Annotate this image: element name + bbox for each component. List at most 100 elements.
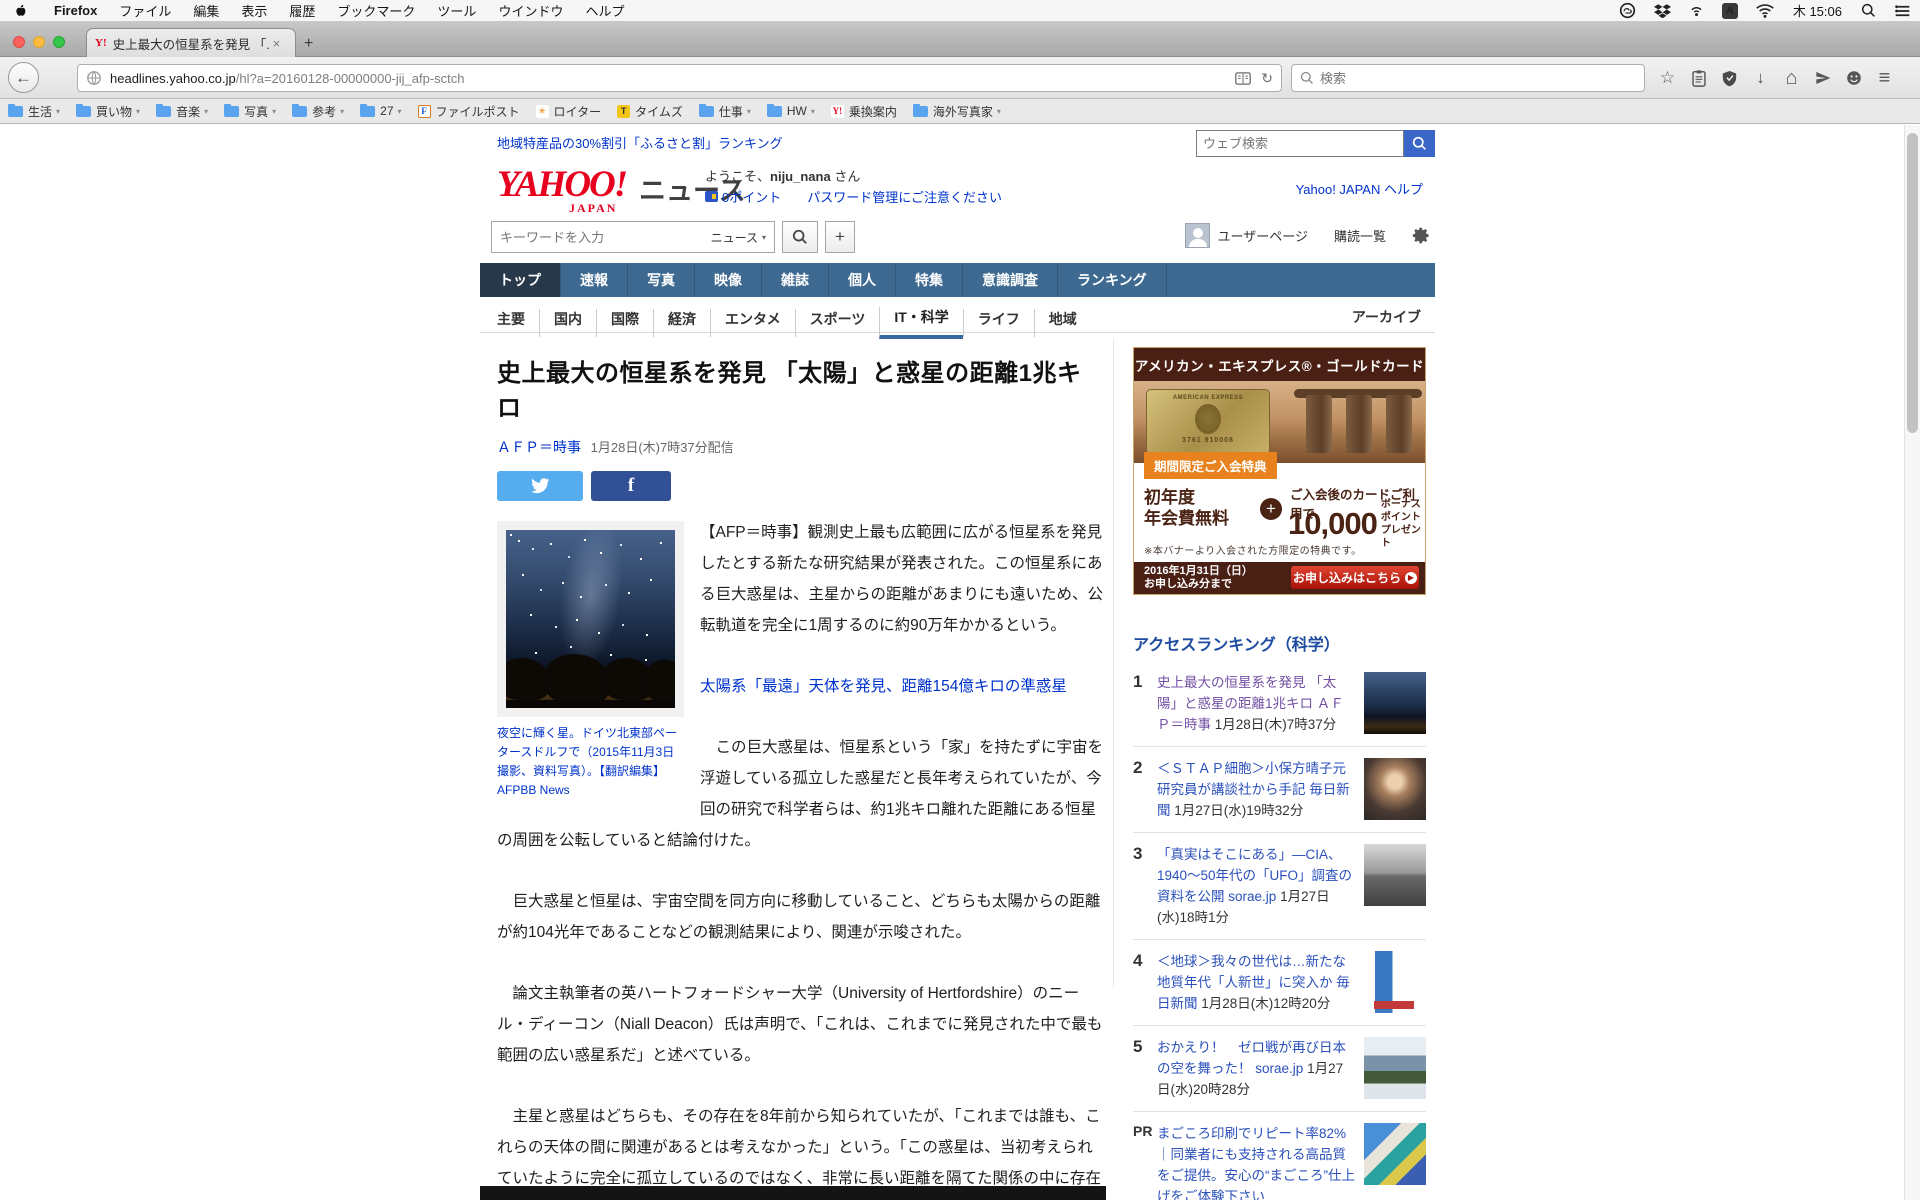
menubar-item-help[interactable]: ヘルプ — [574, 1, 635, 20]
home-icon[interactable]: ⌂ — [1776, 67, 1807, 90]
reload-icon[interactable]: ↻ — [1261, 70, 1273, 87]
subnav-economy[interactable]: 経済 — [653, 309, 710, 337]
ad-apply-button[interactable]: お申し込みはこちら▶ — [1291, 566, 1419, 589]
dropbox-icon[interactable] — [1654, 3, 1671, 19]
bookmark-star-icon[interactable]: ☆ — [1652, 68, 1683, 88]
yahoo-logo[interactable]: YAHOO! — [497, 163, 626, 206]
ranking-item-pr[interactable]: PR まごころ印刷でリピート率82%｜同業者にも支持される高品質をご提供。安心の… — [1133, 1111, 1426, 1200]
bookmark-folder-life[interactable]: 生活▾ — [8, 103, 60, 120]
nav-tab-video[interactable]: 映像 — [695, 263, 762, 297]
subnav-archive[interactable]: アーカイブ — [1352, 307, 1421, 327]
menubar-item-view[interactable]: 表示 — [230, 1, 278, 20]
ranking-link[interactable]: まごころ印刷でリピート率82%｜同業者にも支持される高品質をご提供。安心の“まご… — [1157, 1126, 1355, 1200]
article-image[interactable] — [497, 521, 684, 717]
ranking-item[interactable]: 3 「真実はそこにある」―CIA、1940〜50年代の「UFO」調査の資料を公開… — [1133, 832, 1426, 939]
ranking-item[interactable]: 2 ＜ＳＴＡＰ細胞＞小保方晴子元研究員が講談社から手記 毎日新聞 1月27日(水… — [1133, 746, 1426, 832]
menubar-item-file[interactable]: ファイル — [108, 1, 182, 20]
password-notice-link[interactable]: パスワード管理にご注意ください — [807, 187, 1002, 206]
ranking-item[interactable]: 5 おかえり！ ゼロ戦が再び日本の空を舞った！ sorae.jp 1月27日(水… — [1133, 1025, 1426, 1111]
menubar-item-window[interactable]: ウインドウ — [487, 1, 574, 20]
browser-search-bar[interactable] — [1291, 64, 1645, 92]
nav-tab-flash[interactable]: 速報 — [561, 263, 628, 297]
bookmark-folder-work[interactable]: 仕事▾ — [699, 103, 751, 120]
menubar-item-bookmarks[interactable]: ブックマーク — [326, 1, 426, 20]
facebook-share-button[interactable]: f — [591, 471, 671, 501]
apple-menu-icon[interactable] — [14, 3, 27, 18]
bookmark-transit[interactable]: Y!乗換案内 — [831, 103, 897, 120]
bookmark-reuters[interactable]: ロイター — [536, 103, 602, 120]
ranking-thumbnail[interactable] — [1364, 844, 1426, 906]
menubar-item-tools[interactable]: ツール — [426, 1, 487, 20]
subnav-region[interactable]: 地域 — [1034, 309, 1091, 337]
creative-cloud-icon[interactable] — [1619, 2, 1636, 19]
nav-tab-feature[interactable]: 特集 — [896, 263, 963, 297]
url-bar[interactable]: headlines.yahoo.co.jp/hl?a=20160128-0000… — [77, 64, 1282, 92]
web-search-input[interactable] — [1203, 136, 1383, 151]
subnav-domestic[interactable]: 国内 — [539, 309, 596, 337]
promo-link[interactable]: 地域特産品の30%割引「ふるさと割」ランキング — [497, 133, 783, 152]
menu-hamburger-icon[interactable]: ≡ — [1869, 67, 1900, 90]
bookmark-times[interactable]: Tタイムズ — [617, 103, 683, 120]
spotlight-icon[interactable] — [1861, 3, 1876, 18]
ranking-thumbnail[interactable] — [1364, 1123, 1426, 1185]
twitter-share-button[interactable] — [497, 471, 583, 501]
window-zoom-button[interactable] — [53, 36, 65, 48]
nav-tab-photo[interactable]: 写真 — [628, 263, 695, 297]
bookmark-folder-photo[interactable]: 写真▾ — [224, 103, 276, 120]
subnav-world[interactable]: 国際 — [596, 309, 653, 337]
feedback-smiley-icon[interactable] — [1838, 70, 1869, 86]
bookmark-folder-shopping[interactable]: 買い物▾ — [76, 103, 140, 120]
scrollbar-thumb[interactable] — [1907, 133, 1918, 433]
help-link[interactable]: ヘルプ — [1384, 182, 1423, 197]
ranking-link[interactable]: 史上最大の恒星系を発見 「太陽」と惑星の距離1兆キロ — [1157, 675, 1336, 711]
gear-icon[interactable] — [1412, 226, 1431, 245]
menubar-item-firefox[interactable]: Firefox — [43, 3, 108, 18]
points-link[interactable]: 0ポイント — [722, 187, 781, 206]
share-plane-icon[interactable] — [1807, 70, 1838, 86]
nav-tab-magazine[interactable]: 雑誌 — [762, 263, 829, 297]
shield-icon[interactable] — [1714, 70, 1745, 87]
bookmark-folder-photographers[interactable]: 海外写真家▾ — [913, 103, 1001, 120]
ranking-thumbnail[interactable] — [1364, 672, 1426, 734]
amex-ad-banner[interactable]: アメリカン・エキスプレス®・ゴールドカード AMERICAN EXPRESS 3… — [1133, 347, 1426, 595]
window-minimize-button[interactable] — [33, 36, 45, 48]
search-scope-dropdown[interactable]: ニュース▾ — [711, 229, 766, 246]
web-search-box[interactable] — [1196, 130, 1404, 157]
article-source-link[interactable]: ＡＦＰ＝時事 — [497, 439, 581, 455]
menubar-clock[interactable]: 木 15:06 — [1793, 1, 1842, 20]
bookmark-folder-reference[interactable]: 参考▾ — [292, 103, 344, 120]
user-page-link[interactable]: ユーザーページ — [1218, 226, 1308, 245]
ranking-item[interactable]: 1 史上最大の恒星系を発見 「太陽」と惑星の距離1兆キロ ＡＦＰ＝時事 1月28… — [1133, 661, 1426, 746]
subnav-it-science[interactable]: IT・科学 — [879, 307, 962, 339]
bookmark-folder-hw[interactable]: HW▾ — [767, 104, 815, 118]
subnav-main[interactable]: 主要 — [497, 309, 539, 337]
url-text[interactable]: headlines.yahoo.co.jp/hl?a=20160128-0000… — [110, 71, 1225, 86]
window-close-button[interactable] — [13, 36, 25, 48]
notification-center-icon[interactable] — [1894, 4, 1911, 18]
related-article-link[interactable]: 太陽系「最遠」天体を発見、距離154億キロの準惑星 — [700, 678, 1067, 695]
nav-tab-survey[interactable]: 意識調査 — [963, 263, 1058, 297]
browser-search-input[interactable] — [1320, 71, 1610, 86]
menubar-item-history[interactable]: 履歴 — [278, 1, 326, 20]
nav-tab-personal[interactable]: 個人 — [829, 263, 896, 297]
browser-tab[interactable]: Y! 史上最大の恒星系を発見 「... × — [86, 28, 296, 57]
image-caption-link[interactable]: 夜空に輝く星。ドイツ北東部ペータースドルフで（2015年11月3日撮影、資料写真… — [497, 724, 684, 800]
yahoo-japan-link[interactable]: Yahoo! JAPAN — [1296, 182, 1381, 197]
nav-tab-top[interactable]: トップ — [480, 263, 561, 297]
subnav-entertainment[interactable]: エンタメ — [710, 309, 795, 337]
news-search-button[interactable] — [782, 221, 818, 253]
bookmark-folder-music[interactable]: 音楽▾ — [156, 103, 208, 120]
site-identity-globe-icon[interactable] — [86, 70, 102, 86]
download-icon[interactable]: ↓ — [1745, 68, 1776, 88]
peripheral-signal-icon[interactable] — [1689, 3, 1704, 18]
ranking-thumbnail[interactable] — [1364, 1037, 1426, 1099]
ranking-link[interactable]: ＜地球＞我々の世代は…新たな地質年代「人新世」に突入か — [1157, 954, 1346, 990]
ranking-thumbnail[interactable] — [1364, 951, 1426, 1013]
clipboard-icon[interactable] — [1683, 70, 1714, 87]
subnav-sports[interactable]: スポーツ — [795, 309, 880, 337]
bookmark-filepost[interactable]: Fファイルポスト — [418, 103, 520, 120]
add-search-button[interactable]: + — [825, 221, 855, 253]
new-tab-button[interactable]: + — [304, 36, 313, 52]
wifi-icon[interactable] — [1756, 4, 1774, 18]
subnav-life[interactable]: ライフ — [963, 309, 1034, 337]
